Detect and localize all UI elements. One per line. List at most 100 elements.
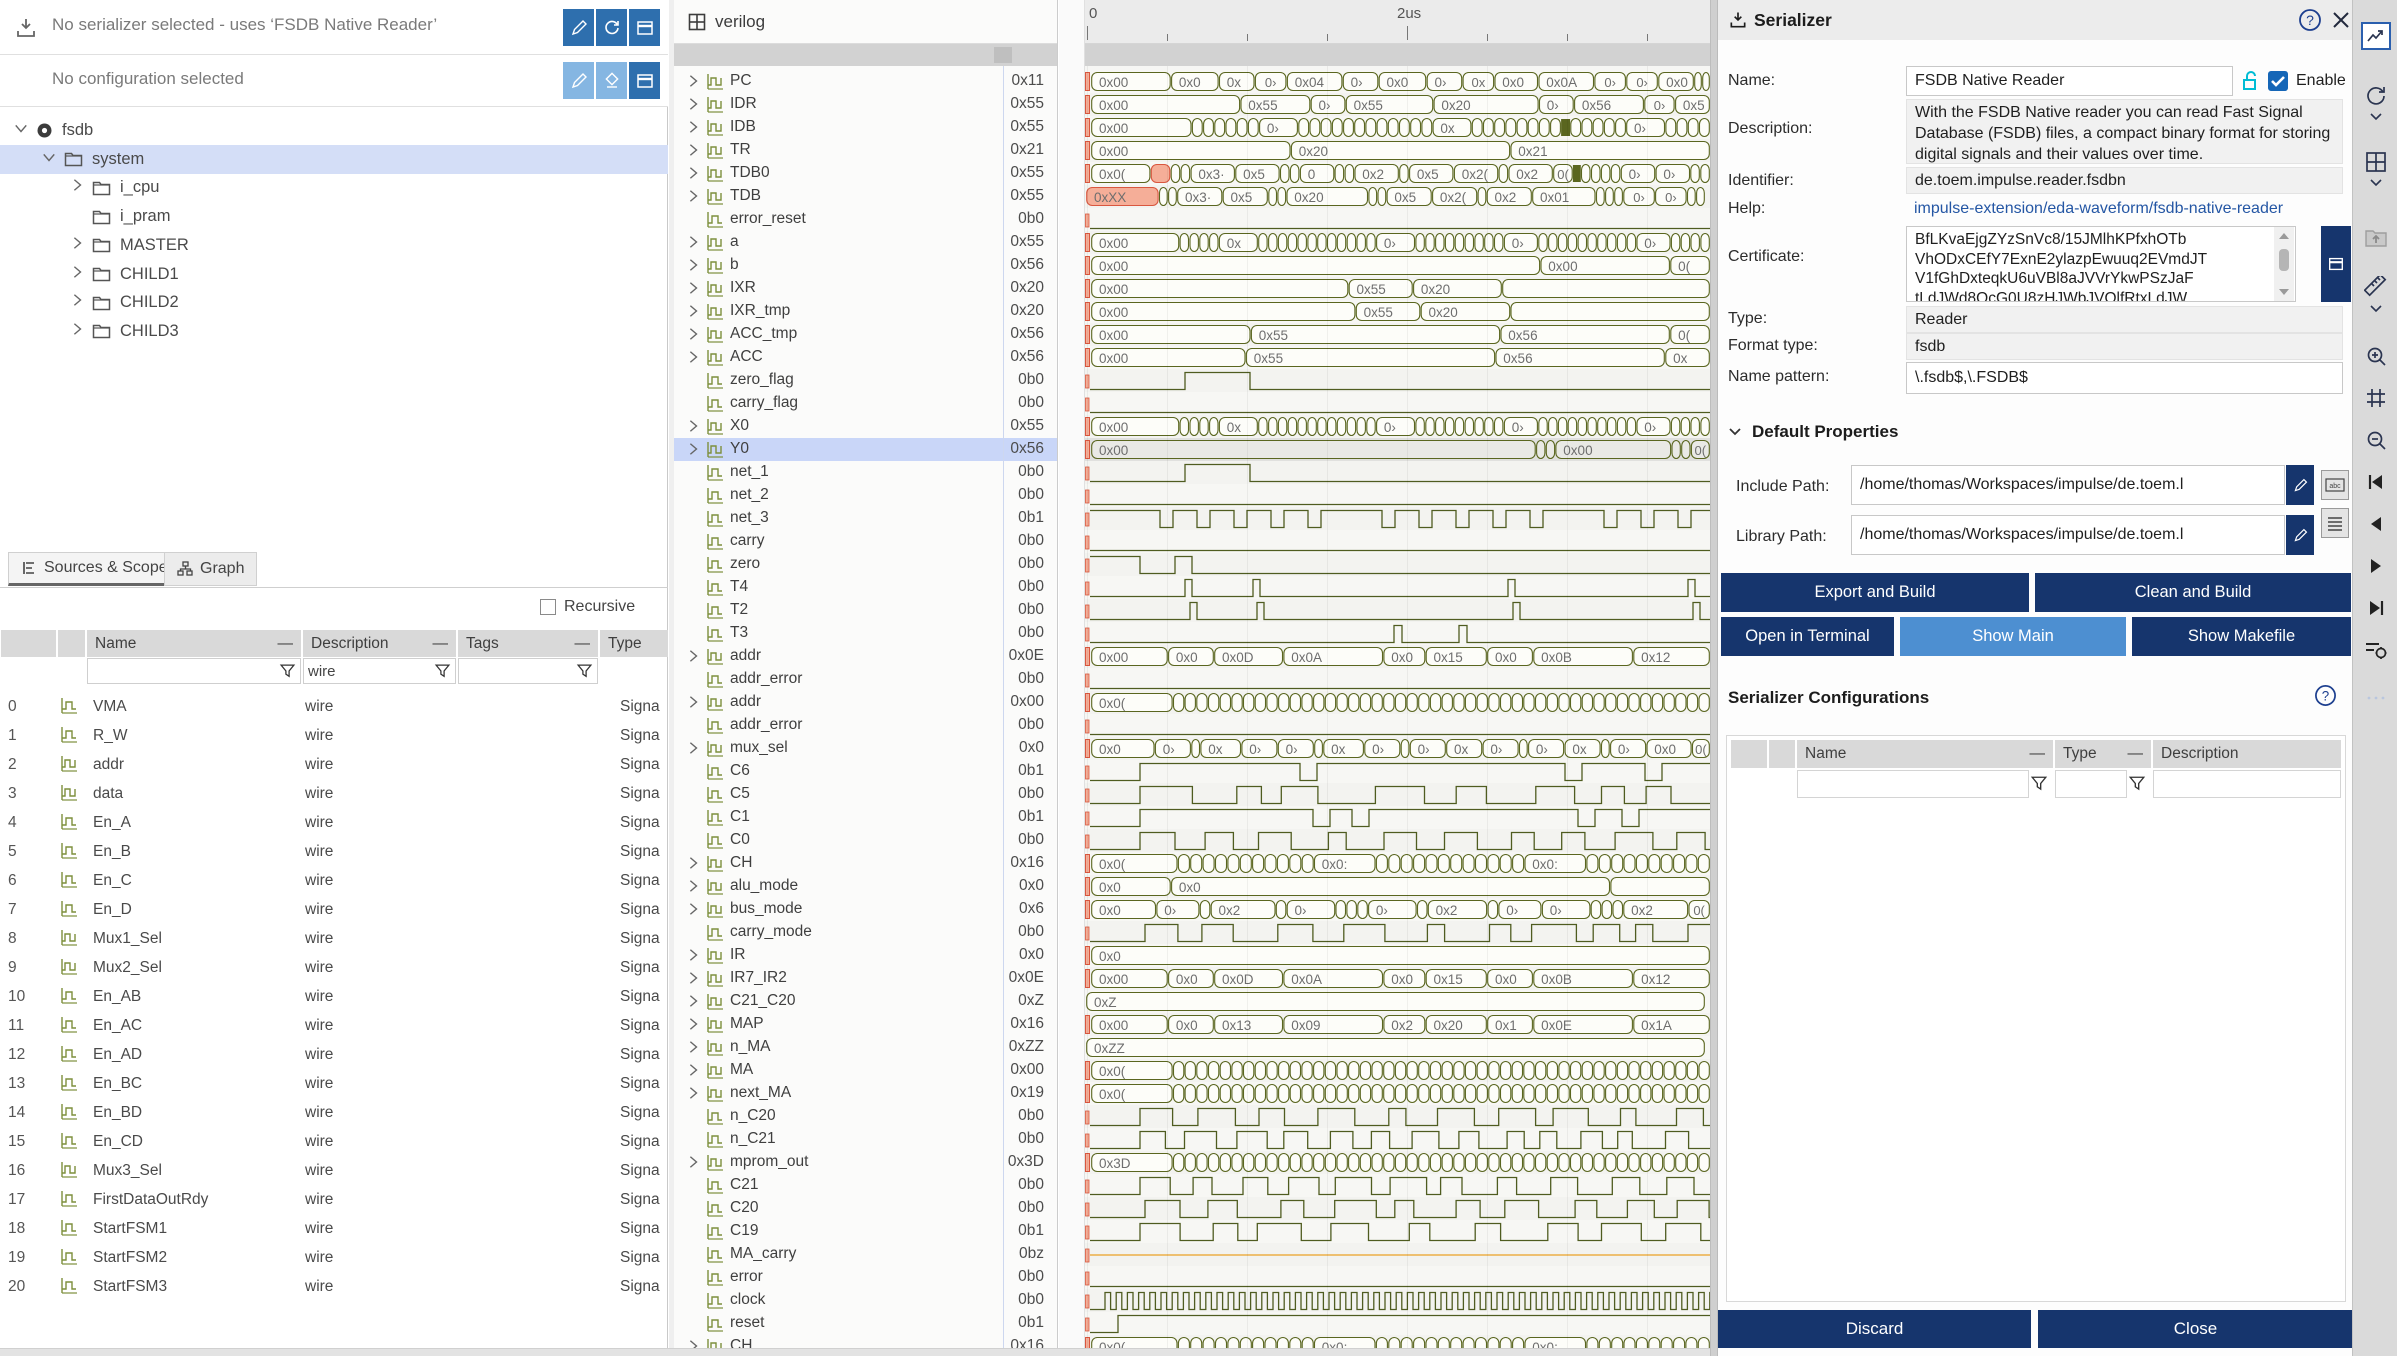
signal-expand-icon[interactable] [686,166,700,185]
name-filter-input[interactable] [87,658,301,684]
signal-expand-icon[interactable] [686,327,700,346]
signal-expand-icon[interactable] [686,879,700,898]
configurations-help-icon[interactable]: ? [2314,684,2337,712]
filter-icon[interactable] [2030,775,2048,798]
wave-row-IR7_IR2[interactable]: 0x000x00x0D0x0A0x00x150x00x0B0x12 [1085,967,1710,990]
table-row-Mux3_Sel[interactable]: 16 Mux3_Sel wire Signa [0,1157,668,1186]
signal-expand-icon[interactable] [686,74,700,93]
signal-item-next_MA[interactable]: next_MA 0x19 [674,1082,1058,1105]
wave-row-carry[interactable] [1085,530,1710,553]
table-row-En_D[interactable]: 7 En_D wire Signa [0,896,668,925]
signal-expand-icon[interactable] [686,235,700,254]
waveform-area[interactable]: 0 2us 0x000x00x0›0x040›0x00›0x0x00x0A0›0… [1085,0,1710,1356]
wave-row-C1[interactable] [1085,806,1710,829]
wave-row-CH[interactable]: 0x0(0x0:0x0: [1085,852,1710,875]
wave-row-MAP[interactable]: 0x000x00x130x090x20x200x10x0E0x1A [1085,1013,1710,1036]
refresh-icon[interactable] [2360,80,2392,112]
signal-item-carry_mode[interactable]: carry_mode 0b0 [674,921,1058,944]
signal-expand-icon[interactable] [686,258,700,277]
wave-row-mprom_out[interactable]: 0x3D [1085,1151,1710,1174]
signal-item-T3[interactable]: T3 0b0 [674,622,1058,645]
signal-item-IXR[interactable]: IXR 0x20 [674,277,1058,300]
go-next-icon[interactable] [2360,550,2392,582]
signal-item-TDB0[interactable]: TDB0 0x55 [674,162,1058,185]
description-field[interactable]: With the FSDB Native reader you can read… [1906,99,2343,164]
column-header-type[interactable]: Type [600,630,668,657]
config-column-type[interactable]: Type— [2055,740,2151,768]
table-row-StartFSM1[interactable]: 18 StartFSM1 wire Signa [0,1215,668,1244]
tree-arrow-icon[interactable] [70,236,92,255]
signal-item-a[interactable]: a 0x55 [674,231,1058,254]
include-path-edit-button[interactable] [2286,465,2314,505]
signal-expand-icon[interactable] [686,189,700,208]
name-pattern-field[interactable]: \.fsdb$,\.FSDB$ [1906,362,2343,394]
certificate-field[interactable]: BfLKvaEjgZYzSnVc8/15JMlhKPfxhOTbVhODxCEf… [1906,226,2296,302]
signal-item-MAP[interactable]: MAP 0x16 [674,1013,1058,1036]
measure-icon[interactable] [2360,272,2392,304]
wave-row-C19[interactable] [1085,1220,1710,1243]
signal-item-C5[interactable]: C5 0b0 [674,783,1058,806]
configuration-dialog-button[interactable] [629,62,660,99]
signal-item-addr[interactable]: addr 0x00 [674,691,1058,714]
table-row-En_AC[interactable]: 11 En_AC wire Signa [0,1012,668,1041]
tree-arrow-icon[interactable] [14,121,36,140]
enable-checkbox[interactable] [2267,70,2289,97]
signal-expand-icon[interactable] [686,304,700,323]
description-filter-input[interactable]: wire [303,658,456,684]
wave-row-carry_flag[interactable] [1085,392,1710,415]
wave-row-MA[interactable]: 0x0( [1085,1059,1710,1082]
wave-row-zero[interactable] [1085,553,1710,576]
table-row-En_A[interactable]: 4 En_A wire Signa [0,809,668,838]
table-row-R_W[interactable]: 1 R_W wire Signa [0,722,668,751]
tree-arrow-icon[interactable] [70,293,92,312]
signal-item-addr[interactable]: addr 0x0E [674,645,1058,668]
timeline-axis[interactable]: 0 2us [1085,0,1710,44]
signal-list-scrollbar[interactable] [674,44,1058,66]
waveform-view-icon[interactable] [2360,20,2392,52]
go-previous-icon[interactable] [2360,508,2392,540]
wave-row-carry_mode[interactable] [1085,921,1710,944]
wave-row-ACC[interactable]: 0x000x550x560x [1085,346,1710,369]
grid-view-icon[interactable] [2360,146,2392,178]
tree-item-i_cpu[interactable]: i_cpu [0,173,668,202]
wave-row-n_MA[interactable]: 0xZZ [1085,1036,1710,1059]
signal-item-b[interactable]: b 0x56 [674,254,1058,277]
signal-item-TR[interactable]: TR 0x21 [674,139,1058,162]
table-row-FirstDataOutRdy[interactable]: 17 FirstDataOutRdy wire Signa [0,1186,668,1215]
wave-row-mux_sel[interactable]: 0x00›0x0›0›0x0›0›0x0›0›0x0›0x00( [1085,737,1710,760]
wave-row-X0[interactable]: 0x000x0›0›0› [1085,415,1710,438]
wave-row-n_C20[interactable] [1085,1105,1710,1128]
close-icon[interactable] [2330,9,2352,36]
tree-item-CHILD1[interactable]: CHILD1 [0,260,668,289]
signal-item-alu_mode[interactable]: alu_mode 0x0 [674,875,1058,898]
default-properties-section[interactable]: Default Properties [1728,422,1898,442]
filter-icon[interactable] [2128,775,2146,798]
wave-row-addr_error[interactable] [1085,668,1710,691]
table-row-StartFSM3[interactable]: 20 StartFSM3 wire Signa [0,1273,668,1302]
signal-expand-icon[interactable] [686,856,700,875]
wave-row-error[interactable] [1085,1266,1710,1289]
table-row-En_BD[interactable]: 14 En_BD wire Signa [0,1099,668,1128]
tree-item-system[interactable]: system [0,145,668,174]
signal-item-addr_error[interactable]: addr_error 0b0 [674,714,1058,737]
signal-item-zero[interactable]: zero 0b0 [674,553,1058,576]
table-row-addr[interactable]: 2 addr wire Signa [0,751,668,780]
wave-row-MA_carry[interactable] [1085,1243,1710,1266]
config-name-filter[interactable] [1797,770,2029,798]
bottom-scrollbar-strip[interactable] [0,1348,1710,1356]
wave-row-b[interactable]: 0x000x000( [1085,254,1710,277]
signal-item-PC[interactable]: PC 0x11 [674,70,1058,93]
go-last-icon[interactable] [2360,592,2392,624]
wave-row-IR[interactable]: 0x0 [1085,944,1710,967]
signal-item-T4[interactable]: T4 0b0 [674,576,1058,599]
tree-arrow-icon[interactable] [42,150,64,169]
zoom-fit-icon[interactable] [2360,382,2392,414]
wave-row-n_C21[interactable] [1085,1128,1710,1151]
serializer-dialog-button[interactable] [629,9,660,46]
wave-row-net_3[interactable] [1085,507,1710,530]
wave-row-a[interactable]: 0x000x0›0›0› [1085,231,1710,254]
signal-item-net_1[interactable]: net_1 0b0 [674,461,1058,484]
recursive-checkbox[interactable] [540,599,556,615]
edit-serializer-button[interactable] [563,9,594,46]
wave-row-TR[interactable]: 0x000x200x21 [1085,139,1710,162]
